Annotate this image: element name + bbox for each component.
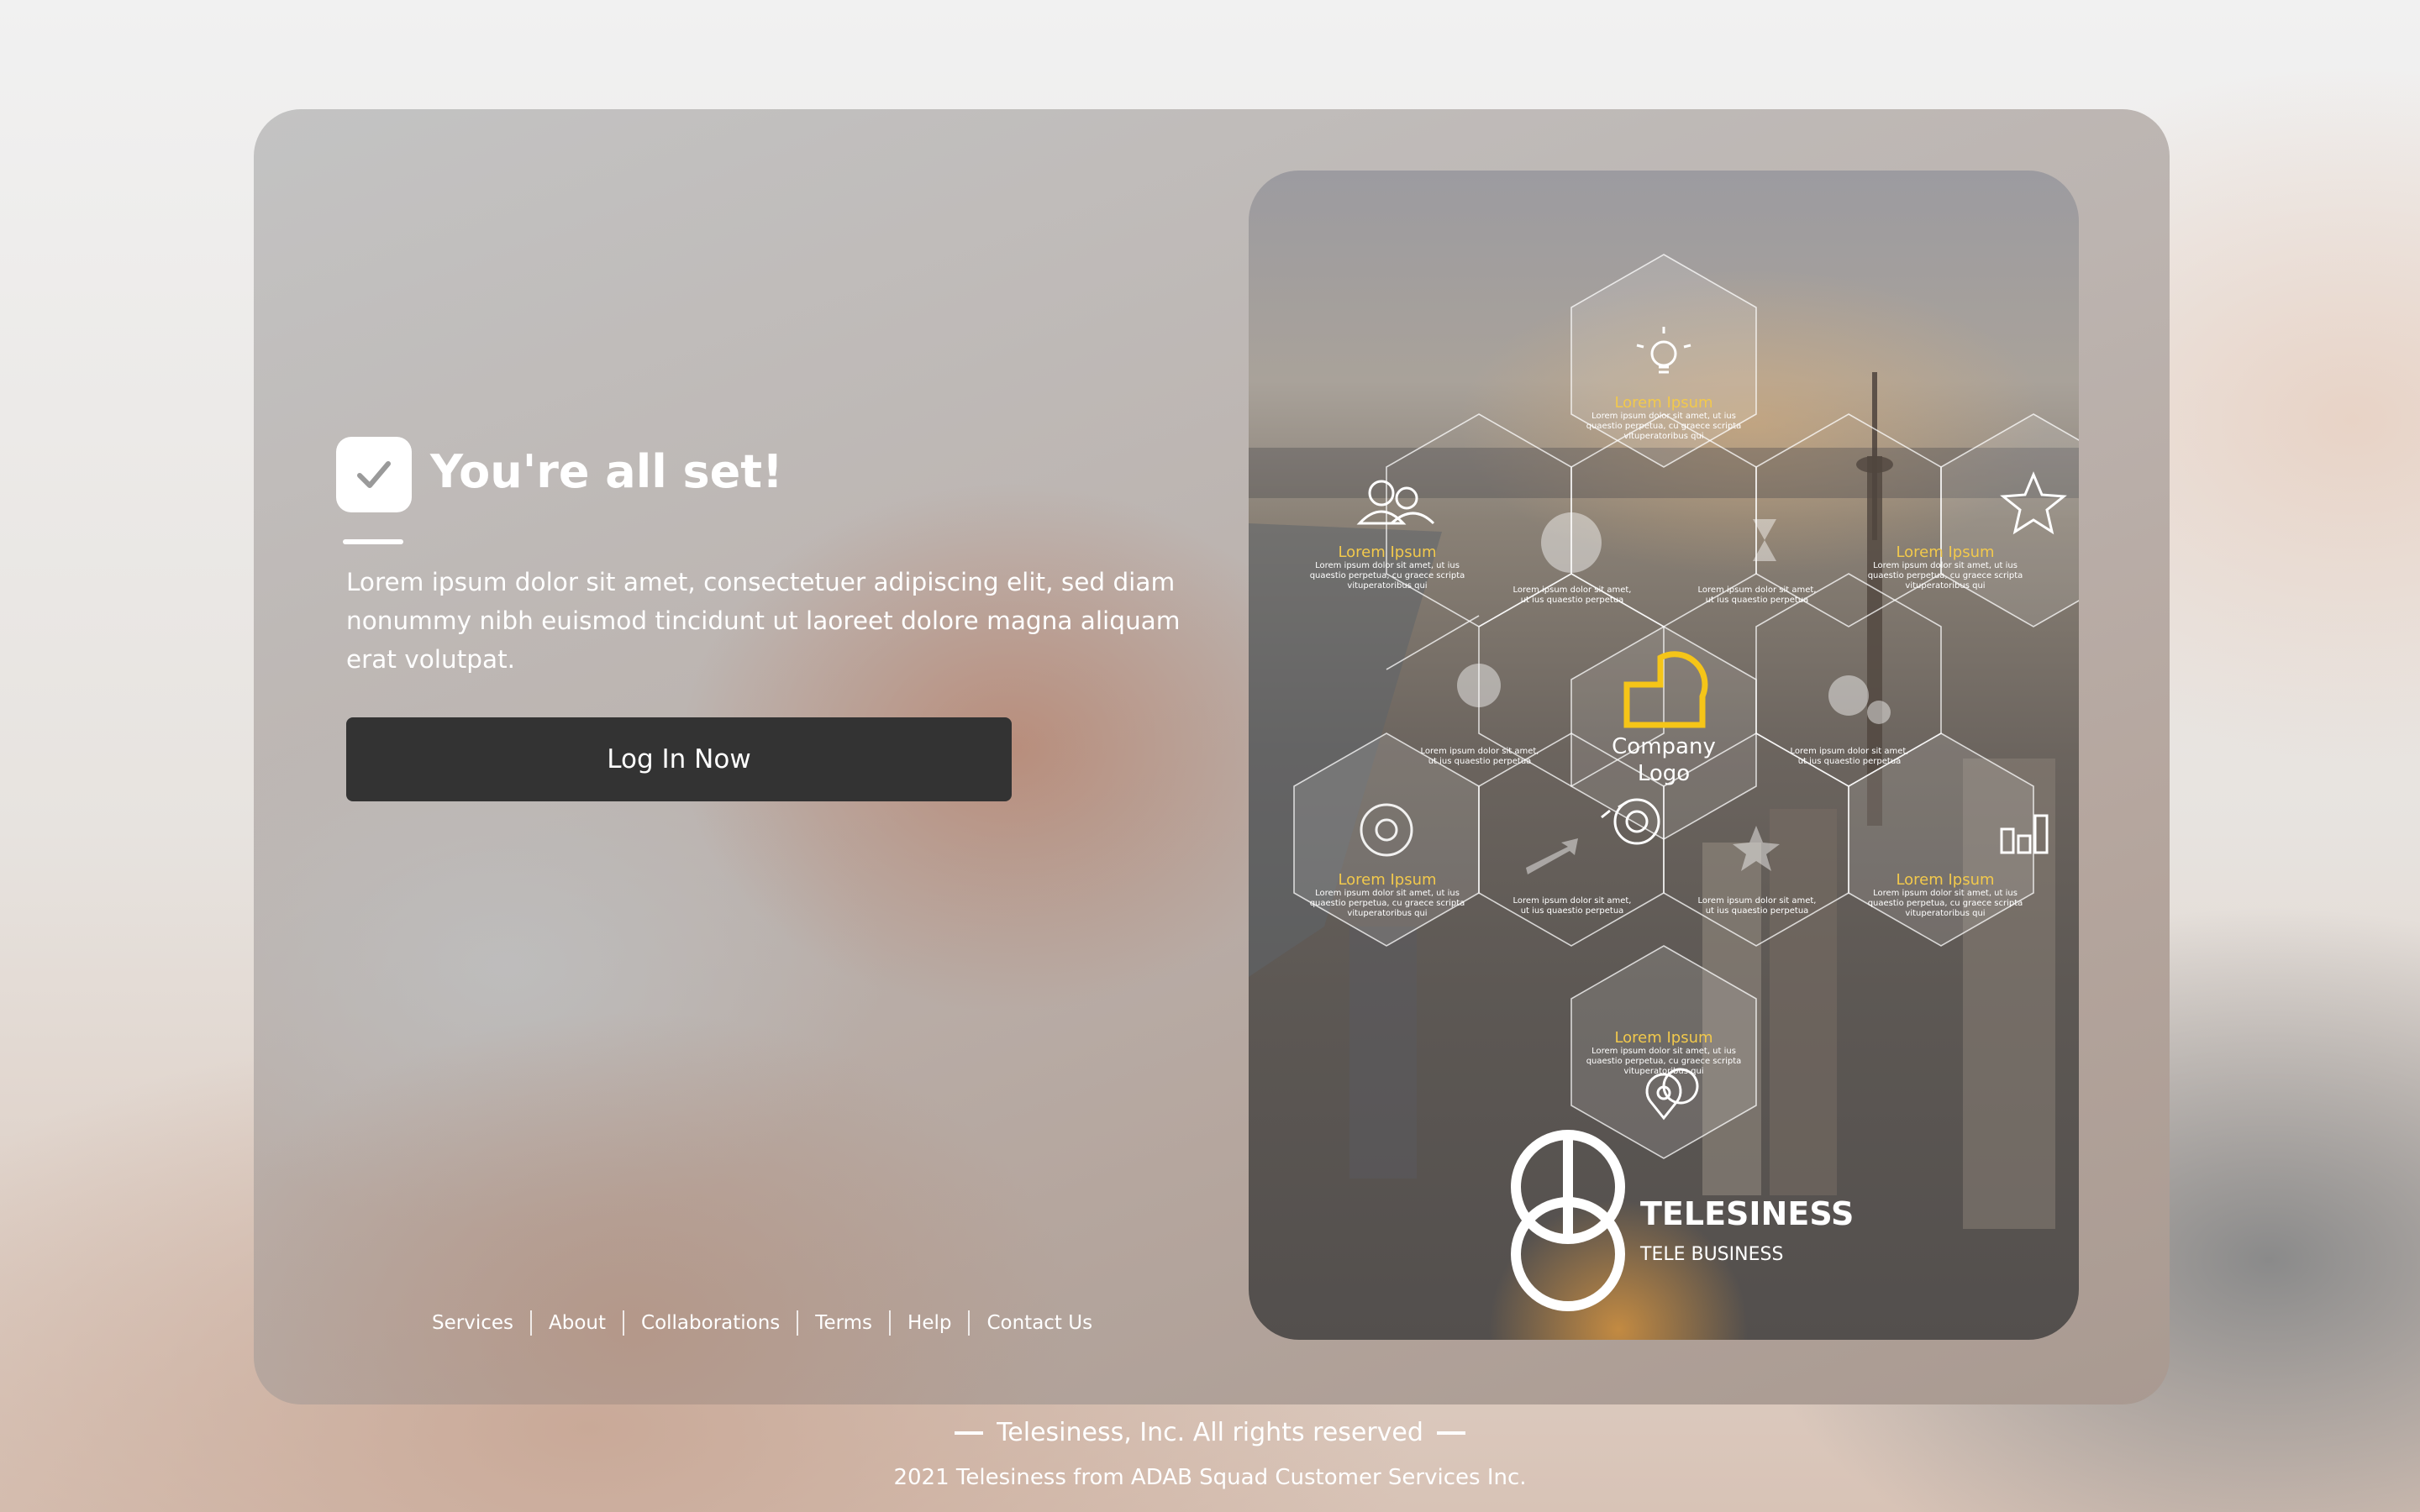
copyright-text: Telesiness, Inc. All rights reserved xyxy=(997,1418,1423,1447)
hex-top: Lorem Ipsum Lorem ipsum dolor sit amet, … xyxy=(1586,394,1742,441)
hex-upper-right: Lorem Ipsum Lorem ipsum dolor sit amet, … xyxy=(1867,543,2023,591)
brand-tagline: TELE BUSINESS xyxy=(1640,1244,1784,1265)
left-panel: You're all set! Lorem ipsum dolor sit am… xyxy=(254,109,1245,1404)
hex-small-1: Lorem ipsum dolor sit amet, ut ius quaes… xyxy=(1512,585,1632,605)
description-text: Lorem ipsum dolor sit amet, consectetuer… xyxy=(346,568,1181,674)
page-title: You're all set! xyxy=(430,445,783,498)
telesiness-logo-icon xyxy=(1511,1130,1625,1311)
nav-link-help[interactable]: Help xyxy=(891,1312,968,1334)
infographic-image: Lorem Ipsum Lorem ipsum dolor sit amet, … xyxy=(1249,171,2079,1340)
hex-small-4: Lorem ipsum dolor sit amet, ut ius quaes… xyxy=(1790,747,1909,766)
nav-link-contact-us[interactable]: Contact Us xyxy=(970,1312,1109,1334)
hex-small-3: Lorem ipsum dolor sit amet, ut ius quaes… xyxy=(1420,747,1539,766)
hex-small-6: Lorem ipsum dolor sit amet, ut ius quaes… xyxy=(1697,896,1817,916)
hex-small-2: Lorem ipsum dolor sit amet, ut ius quaes… xyxy=(1697,585,1817,605)
success-check-icon xyxy=(336,437,412,512)
nav-link-about[interactable]: About xyxy=(532,1312,623,1334)
main-card: You're all set! Lorem ipsum dolor sit am… xyxy=(254,109,2170,1404)
company-logo-label: Company Logo xyxy=(1612,734,1716,786)
copyright-line: Telesiness, Inc. All rights reserved xyxy=(0,1418,2420,1447)
nav-link-terms[interactable]: Terms xyxy=(798,1312,889,1334)
nav-link-services[interactable]: Services xyxy=(432,1312,530,1334)
login-button[interactable]: Log In Now xyxy=(346,717,1012,801)
nav-link-collaborations[interactable]: Collaborations xyxy=(624,1312,797,1334)
hex-lower-right: Lorem Ipsum Lorem ipsum dolor sit amet, … xyxy=(1867,871,2023,918)
dash-right xyxy=(1436,1431,1465,1435)
hex-bottom: Lorem Ipsum Lorem ipsum dolor sit amet, … xyxy=(1586,1029,1742,1076)
hex-upper-left: Lorem Ipsum Lorem ipsum dolor sit amet, … xyxy=(1309,543,1465,591)
brand-name: TELESINESS xyxy=(1640,1195,1854,1232)
hex-small-5: Lorem ipsum dolor sit amet, ut ius quaes… xyxy=(1512,896,1632,916)
dash-left xyxy=(955,1431,984,1435)
title-underline xyxy=(343,539,403,544)
hex-lower-left: Lorem Ipsum Lorem ipsum dolor sit amet, … xyxy=(1309,871,1465,918)
footer-nav: Services About Collaborations Terms Help… xyxy=(432,1310,1109,1336)
footer-note: 2021 Telesiness from ADAB Squad Customer… xyxy=(893,1465,1527,1490)
